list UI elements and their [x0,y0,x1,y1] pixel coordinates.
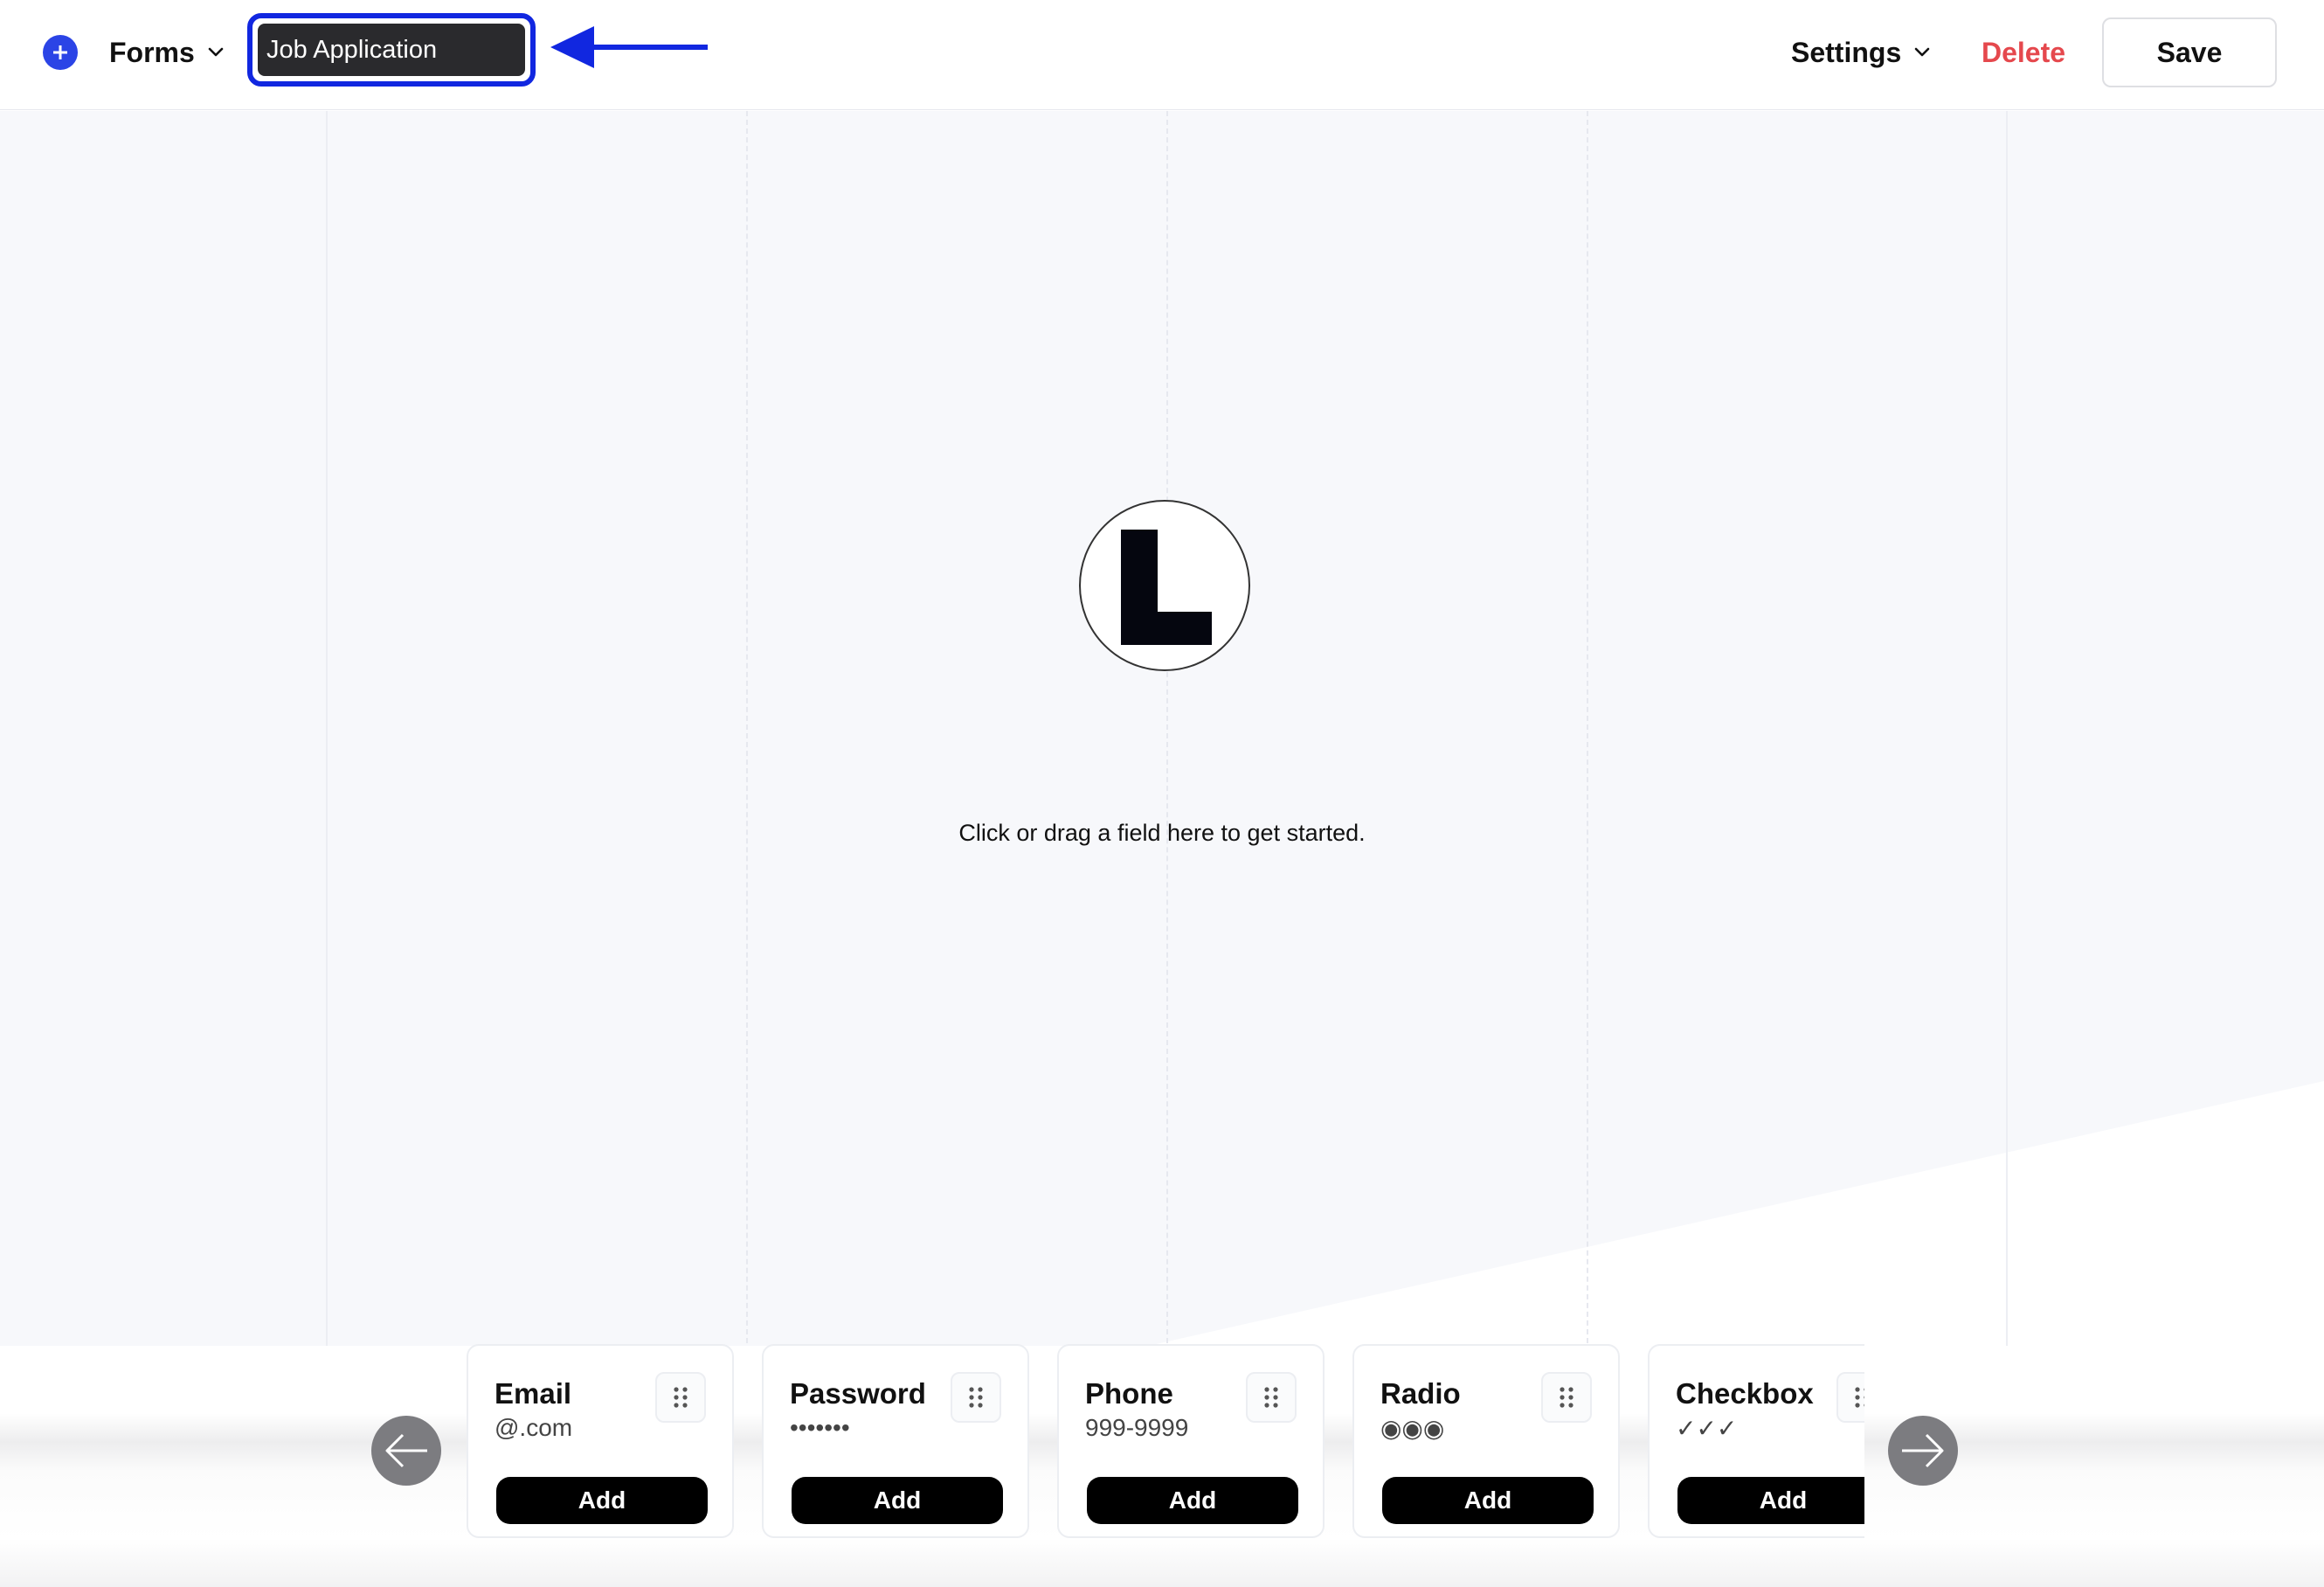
top-bar: Forms Settings Delete Save [0,0,2324,110]
field-card-checkbox[interactable]: Checkbox ✓✓✓ Add [1648,1344,1864,1538]
chevron-down-icon [208,47,224,57]
add-phone-button[interactable]: Add [1087,1477,1298,1524]
settings-menu[interactable]: Settings [1791,33,1931,72]
field-card-sample: @.com [495,1414,573,1441]
add-radio-button[interactable]: Add [1382,1477,1594,1524]
field-card-email[interactable]: Email @.com Add [467,1344,734,1538]
add-checkbox-button[interactable]: Add [1677,1477,1864,1524]
form-title-input[interactable] [258,24,525,76]
drag-handle-icon [1560,1387,1574,1408]
add-password-button[interactable]: Add [792,1477,1003,1524]
drag-handle-icon [969,1387,983,1408]
annotation-arrow-icon [550,26,708,68]
chevron-down-icon [1914,47,1930,57]
field-card-sample: ••••••• [790,1414,850,1441]
save-button[interactable]: Save [2102,17,2277,87]
palette-prev-button[interactable] [371,1416,441,1486]
form-title-highlight [247,13,536,87]
drag-handle-icon [674,1387,688,1408]
field-card-title: Phone [1085,1377,1173,1410]
drag-handle-icon [1855,1387,1864,1408]
field-card-radio[interactable]: Radio ◉◉◉ Add [1352,1344,1620,1538]
field-palette: Email @.com Add Password ••••••• Add Pho… [461,1341,1864,1542]
grid-column-line [746,111,748,1352]
drag-handle[interactable] [951,1372,1001,1423]
forms-menu-label: Forms [109,36,195,68]
drag-handle-icon [1264,1387,1278,1408]
field-card-sample: ✓✓✓ [1676,1415,1738,1442]
field-card-sample: ◉◉◉ [1380,1415,1445,1442]
field-card-title: Email [495,1377,572,1410]
grid-column-line [2006,111,2008,1352]
add-form-button[interactable] [43,35,78,70]
grid-column-line [1166,111,1168,1352]
forms-menu[interactable]: Forms [109,33,225,72]
palette-next-button[interactable] [1888,1416,1958,1486]
field-card-title: Radio [1380,1377,1461,1410]
empty-canvas-hint: Click or drag a field here to get starte… [958,820,1366,846]
grid-column-line [1587,111,1588,1352]
drag-handle[interactable] [1246,1372,1297,1423]
field-card-sample: 999-9999 [1085,1414,1189,1441]
drag-handle[interactable] [1836,1372,1864,1423]
arrow-left-icon [385,1433,427,1468]
grid-column-line [326,111,328,1352]
drag-handle[interactable] [655,1372,706,1423]
drag-handle[interactable] [1541,1372,1592,1423]
plus-icon [53,45,67,59]
field-card-password[interactable]: Password ••••••• Add [762,1344,1029,1538]
arrow-right-icon [1902,1433,1944,1468]
settings-menu-label: Settings [1791,36,1902,68]
app-logo [1079,500,1250,671]
field-card-title: Checkbox [1676,1377,1814,1410]
field-card-title: Password [790,1377,926,1410]
field-card-phone[interactable]: Phone 999-9999 Add [1057,1344,1325,1538]
add-email-button[interactable]: Add [496,1477,708,1524]
delete-button[interactable]: Delete [1982,33,2065,72]
